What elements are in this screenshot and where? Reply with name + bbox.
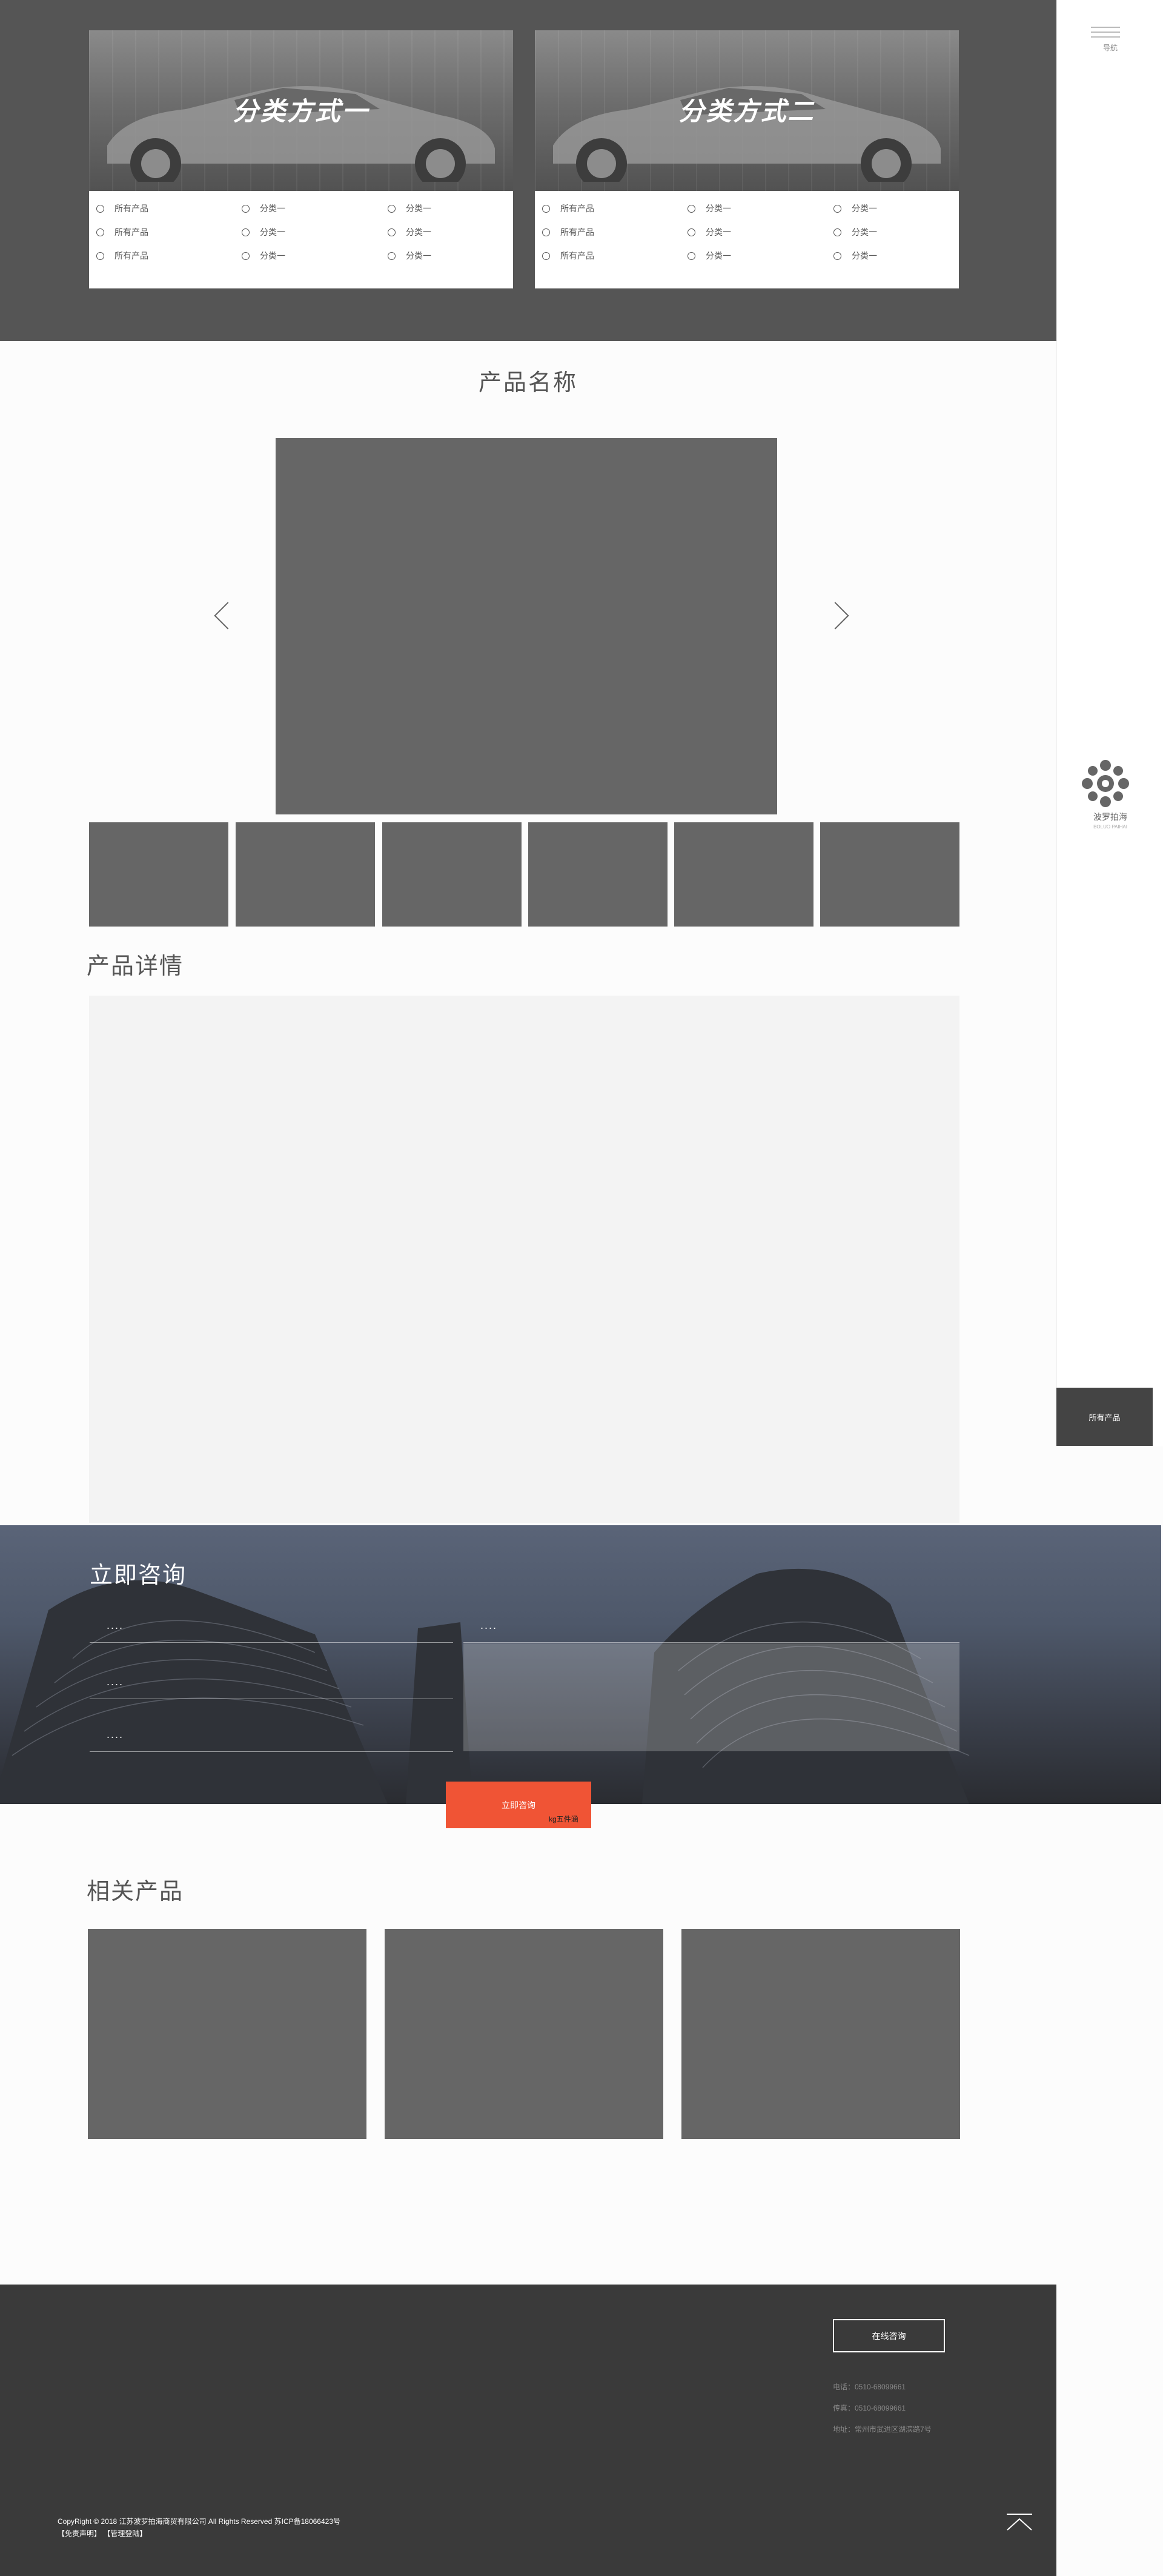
details-content xyxy=(89,996,959,1523)
radio-icon[interactable] xyxy=(388,228,396,236)
product-main-image xyxy=(276,438,777,814)
option-category[interactable]: 分类一 xyxy=(688,226,731,238)
option-category[interactable]: 分类一 xyxy=(388,250,431,262)
back-to-top-icon[interactable] xyxy=(1006,2513,1033,2531)
category-banner-image: 分类方式二 xyxy=(535,30,959,191)
logo-subtext: BOLUO PAIHAI xyxy=(1093,824,1127,830)
option-category[interactable]: 分类一 xyxy=(242,202,285,215)
radio-icon[interactable] xyxy=(242,251,250,260)
option-category[interactable]: 分类一 xyxy=(242,226,285,238)
all-products-button[interactable]: 所有产品 xyxy=(1056,1388,1153,1446)
radio-icon[interactable] xyxy=(242,228,250,236)
menu-icon[interactable] xyxy=(1091,27,1120,41)
radio-icon[interactable] xyxy=(242,204,250,213)
radio-icon[interactable] xyxy=(542,228,550,236)
chevron-left-icon[interactable] xyxy=(214,602,242,630)
radio-icon[interactable] xyxy=(96,204,104,213)
product-thumbnail[interactable] xyxy=(820,822,959,927)
footer-fax: 传真：0510-68099661 xyxy=(833,2404,906,2412)
online-consult-button[interactable]: 在线咨询 xyxy=(833,2319,945,2352)
option-category[interactable]: 分类一 xyxy=(688,202,731,215)
option-category[interactable]: 分类一 xyxy=(388,202,431,215)
related-title: 相关产品 xyxy=(87,1879,184,1905)
product-thumbnail[interactable] xyxy=(674,822,813,927)
right-sidebar: 导航 波罗拍海 BOLUO PAIHAI xyxy=(1056,0,1163,1446)
option-all-products[interactable]: 所有产品 xyxy=(542,250,594,262)
category-card-1: 分类方式一 所有产品 分类一 分类一 所有产品 分类一 分类一 所有产品 分类一… xyxy=(89,30,513,288)
product-thumbnail[interactable] xyxy=(528,822,668,927)
radio-icon[interactable] xyxy=(688,251,695,260)
phone-field[interactable]: .... xyxy=(463,1606,959,1643)
option-category[interactable]: 分类一 xyxy=(833,226,877,238)
related-product-card[interactable] xyxy=(88,1929,366,2139)
product-title: 产品名称 xyxy=(478,370,578,396)
option-all-products[interactable]: 所有产品 xyxy=(96,202,148,215)
category-card-2: 分类方式二 所有产品 分类一 分类一 所有产品 分类一 分类一 所有产品 分类一… xyxy=(535,30,959,288)
chevron-right-icon[interactable] xyxy=(821,602,849,630)
logo-icon[interactable] xyxy=(1076,754,1135,813)
product-thumbnail[interactable] xyxy=(236,822,375,927)
product-thumbnail[interactable] xyxy=(382,822,522,927)
category-options: 所有产品 分类一 分类一 所有产品 分类一 分类一 所有产品 分类一 分类一 xyxy=(89,191,513,288)
category-options: 所有产品 分类一 分类一 所有产品 分类一 分类一 所有产品 分类一 分类一 xyxy=(535,191,959,288)
address-field[interactable]: .... xyxy=(90,1715,453,1752)
option-category[interactable]: 分类一 xyxy=(833,202,877,215)
option-all-products[interactable]: 所有产品 xyxy=(96,250,148,262)
option-category[interactable]: 分类一 xyxy=(833,250,877,262)
radio-icon[interactable] xyxy=(388,251,396,260)
email-field[interactable]: .... xyxy=(90,1662,453,1699)
radio-icon[interactable] xyxy=(96,251,104,260)
logo-text: 波罗拍海 xyxy=(1093,812,1127,822)
option-all-products[interactable]: 所有产品 xyxy=(96,226,148,238)
related-product-card[interactable] xyxy=(681,1929,960,2139)
option-all-products[interactable]: 所有产品 xyxy=(542,202,594,215)
radio-icon[interactable] xyxy=(542,251,550,260)
radio-icon[interactable] xyxy=(542,204,550,213)
radio-icon[interactable] xyxy=(833,251,841,260)
radio-icon[interactable] xyxy=(688,204,695,213)
radio-icon[interactable] xyxy=(688,228,695,236)
radio-icon[interactable] xyxy=(388,204,396,213)
product-thumbnail[interactable] xyxy=(89,822,228,927)
category-title: 分类方式一 xyxy=(233,97,369,125)
radio-icon[interactable] xyxy=(96,228,104,236)
copyright-text: CopyRight © 2018 江苏波罗拍海商贸有限公司 All Rights… xyxy=(58,2517,341,2526)
category-title: 分类方式二 xyxy=(678,97,815,125)
footer-links[interactable]: 【免责声明】 【管理登陆】 xyxy=(58,2528,147,2538)
footer-address: 地址：常州市武进区湖滨路7号 xyxy=(833,2425,932,2434)
menu-label[interactable]: 导航 xyxy=(1057,42,1163,53)
category-banner-image: 分类方式一 xyxy=(89,30,513,191)
consult-title: 立即咨询 xyxy=(90,1563,187,1588)
name-field[interactable]: .... xyxy=(90,1606,453,1643)
option-category[interactable]: 分类一 xyxy=(688,250,731,262)
related-product-card[interactable] xyxy=(385,1929,663,2139)
captcha-text[interactable]: kg五件涵 xyxy=(549,1814,578,1824)
details-title: 产品详情 xyxy=(87,954,184,979)
message-textarea[interactable] xyxy=(463,1643,959,1751)
option-all-products[interactable]: 所有产品 xyxy=(542,226,594,238)
footer-phone: 电话：0510-68099661 xyxy=(833,2383,906,2391)
option-category[interactable]: 分类一 xyxy=(242,250,285,262)
radio-icon[interactable] xyxy=(833,204,841,213)
radio-icon[interactable] xyxy=(833,228,841,236)
option-category[interactable]: 分类一 xyxy=(388,226,431,238)
